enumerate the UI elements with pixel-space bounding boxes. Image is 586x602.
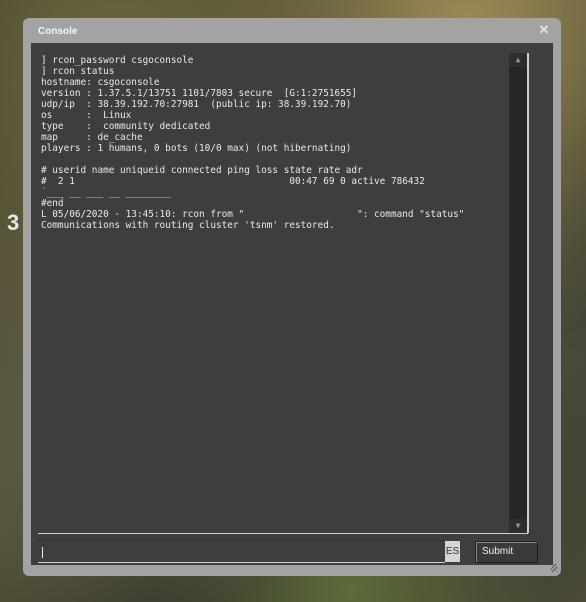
console-line: os : Linux bbox=[41, 110, 132, 121]
hud-round-number: 3 bbox=[7, 210, 20, 235]
input-language-indicator: ES bbox=[445, 541, 460, 562]
submit-button[interactable]: Submit bbox=[475, 541, 538, 563]
console-line: type : community dedicated bbox=[41, 121, 211, 132]
console-window: Console ✕ ] rcon_password csgoconsole] r… bbox=[23, 18, 561, 576]
window-title: Console bbox=[38, 26, 78, 37]
console-line: players : 1 humans, 0 bots (10/0 max) (n… bbox=[41, 143, 352, 154]
console-line: map : de_cache bbox=[41, 132, 143, 143]
console-line: L 05/06/2020 - 13:45:10: rcon from " ": … bbox=[41, 209, 465, 220]
resize-grip-icon[interactable] bbox=[551, 564, 557, 572]
console-line: version : 1.37.5.1/13751 1101/7803 secur… bbox=[41, 88, 358, 99]
console-line: # userid name uniqueid connected ping lo… bbox=[41, 165, 363, 176]
console-log-text: ] rcon_password csgoconsole] rcon status… bbox=[38, 53, 528, 231]
console-line: hostname: csgoconsole bbox=[41, 77, 160, 88]
close-icon[interactable]: ✕ bbox=[537, 23, 551, 37]
console-output: ] rcon_password csgoconsole] rcon status… bbox=[38, 53, 528, 534]
console-line: Communications with routing cluster 'tsn… bbox=[41, 220, 335, 231]
console-line: ˙___ __ ___ __ ________ bbox=[41, 187, 171, 198]
console-line: udp/ip : 38.39.192.70:27981 (public ip: … bbox=[41, 99, 352, 110]
scroll-down-icon[interactable]: ▼ bbox=[509, 519, 527, 533]
console-line: ] rcon_password csgoconsole bbox=[41, 55, 194, 66]
scroll-up-icon[interactable]: ▲ bbox=[509, 53, 527, 67]
console-line: # 2 1 00:47 69 0 active 786432 bbox=[41, 176, 425, 187]
command-input[interactable] bbox=[38, 540, 445, 563]
console-panel: ] rcon_password csgoconsole] rcon status… bbox=[31, 43, 553, 565]
console-line: ] rcon status bbox=[41, 66, 115, 77]
console-line: #end bbox=[41, 198, 64, 209]
text-caret bbox=[42, 547, 43, 558]
console-scrollbar[interactable]: ▲ ▼ bbox=[509, 53, 529, 533]
